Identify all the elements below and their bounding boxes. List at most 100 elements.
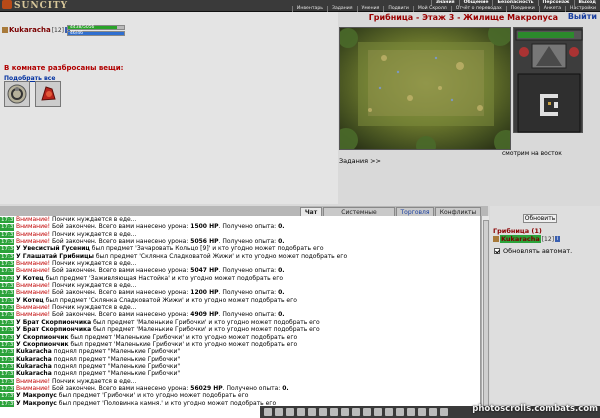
menu-item-b-5[interactable]: Отчёт о переводах — [450, 6, 506, 12]
chat-text: был предмет 'Маленькие Грибочки' и кто у… — [68, 333, 298, 341]
menu-item-b-6[interactable]: Поединки — [505, 6, 539, 12]
flag-icon[interactable] — [407, 408, 415, 416]
chat-exp: 0. — [278, 311, 285, 319]
chat-scrollbar[interactable] — [481, 216, 489, 418]
chat-name: У Брат Скорпиончика — [16, 318, 92, 326]
font-icon[interactable] — [374, 408, 382, 416]
auto-refresh-row[interactable]: Обновлять автомат. — [494, 247, 572, 255]
game-window: SUNCITY Знания Общение Безопасность Персона… — [0, 0, 600, 418]
tab-conflicts[interactable]: Конфликты — [435, 207, 481, 216]
chat-line: 17:35Kukaracha поднял предмет "Маленькие… — [0, 370, 480, 378]
chat-exp: 0. — [278, 267, 285, 275]
refresh-button[interactable]: Обновить — [523, 214, 557, 223]
chat-tail: . Получено опыта: — [218, 238, 279, 246]
location-view[interactable] — [339, 27, 511, 150]
chat-timestamp[interactable]: 17:39 — [0, 393, 17, 400]
chat-timestamp[interactable]: 17:34 — [0, 246, 17, 253]
chat-line: 17:38Внимание! Пончик нуждается в еде... — [0, 378, 480, 385]
info-icon[interactable]: i — [555, 236, 561, 242]
player-level: [12] — [51, 26, 65, 34]
clear-icon[interactable] — [286, 408, 294, 416]
elixir-item-icon[interactable] — [35, 81, 61, 107]
chat-line: 17:39Внимание! Бой закончен. Всего вами … — [0, 384, 480, 393]
exit-link[interactable]: Выйти — [568, 12, 597, 21]
ring-item-icon[interactable] — [4, 81, 30, 107]
flag-icon — [493, 236, 499, 242]
chat-damage: 56029 HP — [190, 384, 223, 392]
left-arrow-icon — [519, 47, 529, 57]
chat-text: был предмет 'Половинка камня.' и кто уго… — [56, 399, 277, 407]
trade-icon[interactable] — [341, 408, 349, 416]
chat-line: 17:35У Брат Скорпиончика был предмет 'Ма… — [0, 326, 480, 334]
menu-item-b-7[interactable]: Анкета — [538, 6, 565, 12]
clan-icon[interactable] — [352, 408, 360, 416]
chat-damage: 5056 HP — [190, 238, 219, 246]
hp-bar: 4438/5056 — [67, 25, 125, 30]
warning-label: Внимание! — [16, 311, 52, 319]
chat-text: поднял предмет "Маленькие Грибочки" — [51, 362, 181, 370]
chat-timestamp[interactable]: 17:35 — [0, 312, 17, 319]
chat-timestamp[interactable]: 17:35 — [0, 327, 17, 334]
items-title: В комнате разбросаны вещи: — [4, 64, 124, 72]
menu-item-b-4[interactable]: Мой Скролл — [412, 6, 451, 12]
tab-system[interactable]: Системные сообщения — [323, 207, 395, 225]
warning-label: Внимание! — [16, 267, 52, 275]
chat-line: 17:34У Увесистый Гусениц был предмет 'За… — [0, 245, 480, 253]
progress-icon — [518, 32, 574, 38]
chat-timestamp[interactable]: 17:39 — [0, 400, 17, 407]
room-user-row[interactable]: Kukaracha [12] i — [493, 235, 561, 243]
warning-label: Внимание! — [16, 289, 52, 297]
chat-line: 17:35Внимание! Пончик нуждается в еде... — [0, 304, 480, 312]
room-panel: Kukaracha [12] i 4438/5056 46/46 В комна… — [0, 12, 338, 204]
logo-icon — [2, 0, 12, 9]
warning-label: Внимание! — [16, 260, 52, 268]
mana-text: 46/46 — [70, 31, 83, 36]
chat-name: Kukaracha — [16, 370, 52, 378]
tab-chat[interactable]: Чат — [300, 207, 322, 216]
sound-icon[interactable] — [308, 408, 316, 416]
smile-icon[interactable] — [264, 408, 272, 416]
send-icon[interactable] — [275, 408, 283, 416]
chat-tail: . Получено опыта: — [222, 384, 283, 392]
chat-timestamp[interactable]: 17:35 — [0, 334, 17, 341]
auto-refresh-checkbox[interactable] — [494, 248, 500, 254]
chat-line: 17:35У Котец был предмет 'Склянка Сладко… — [0, 296, 480, 305]
chat-timestamp[interactable]: 17:35 — [0, 356, 17, 363]
translit-icon[interactable] — [363, 408, 371, 416]
menu-item-b-3[interactable]: Подвиги — [383, 6, 413, 12]
chat-timestamp[interactable]: 17:35 — [0, 268, 17, 275]
player-stats: 4438/5056 46/46 — [67, 25, 125, 37]
chat-timestamp[interactable]: 17:35 — [0, 290, 17, 297]
auto-refresh-label: Обновлять автомат. — [503, 247, 573, 255]
room-user-nick[interactable]: Kukaracha — [500, 235, 541, 243]
help-icon[interactable] — [418, 408, 426, 416]
player-nick[interactable]: Kukaracha — [9, 26, 51, 34]
settings-icon[interactable] — [385, 408, 393, 416]
chat-exp: 0. — [278, 289, 285, 297]
chat-text: Бой закончен. Всего вами нанесено урона: — [51, 267, 191, 275]
warning-label: Внимание! — [16, 230, 52, 238]
exit-icon[interactable] — [396, 408, 404, 416]
tasks-link[interactable]: Задания >> — [339, 157, 381, 165]
chat-text: Бой закончен. Всего вами нанесено урона: — [51, 238, 191, 246]
filter-icon[interactable] — [297, 408, 305, 416]
chat-name: У Котец — [16, 296, 44, 304]
chat-log[interactable]: 17:31Внимание! Пончик нуждается в еде...… — [0, 216, 481, 418]
private-icon[interactable] — [330, 408, 338, 416]
close-icon[interactable] — [440, 408, 448, 416]
room-title: Грибница (1) — [493, 227, 542, 235]
list-icon[interactable] — [429, 408, 437, 416]
tab-trade[interactable]: Торговля — [396, 207, 434, 216]
chat-line: 17:35У Скорпиончик был предмет 'Маленьки… — [0, 334, 480, 341]
menu-item-b-2[interactable]: Умения — [356, 6, 384, 12]
flag-icon — [2, 27, 8, 33]
chat-timestamp[interactable]: 17:32 — [0, 224, 17, 231]
game-logo[interactable]: SUNCITY — [2, 0, 68, 12]
chat-timestamp[interactable]: 17:35 — [0, 371, 17, 378]
chat-timestamp[interactable]: 17:35 — [0, 349, 17, 356]
people-icon[interactable] — [319, 408, 327, 416]
scroll-thumb[interactable] — [483, 220, 489, 408]
chat-line: 17:39У Макропус был предмет 'Грибочки' и… — [0, 392, 480, 400]
chat-timestamp[interactable]: 17:38 — [0, 378, 17, 385]
chat-name: У Скорпиончик — [16, 340, 69, 348]
